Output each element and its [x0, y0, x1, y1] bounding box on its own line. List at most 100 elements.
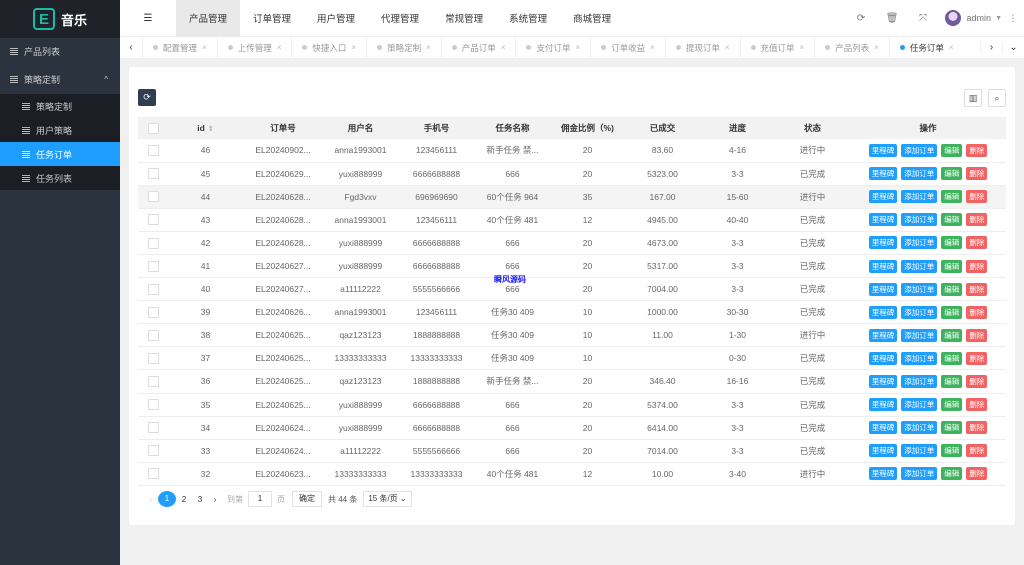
edit-button[interactable]: 编辑 [941, 190, 963, 204]
add-order-button[interactable]: 添加订单 [901, 398, 938, 412]
goto-page-input[interactable]: 1 [248, 491, 272, 507]
row-checkbox[interactable] [147, 214, 159, 226]
close-icon[interactable]: × [874, 43, 879, 52]
row-checkbox[interactable] [147, 191, 159, 203]
prev-page-icon[interactable]: ‹ [144, 495, 158, 504]
close-icon[interactable]: × [501, 43, 506, 52]
add-order-button[interactable]: 添加订单 [901, 167, 938, 181]
table-row[interactable]: 36 EL20240625... qaz123123 1888888888 新手任务 禁… [138, 369, 1006, 394]
milestone-button[interactable]: 里程碑 [868, 143, 898, 157]
trash-icon[interactable]: 🗑 [877, 13, 908, 24]
delete-button[interactable]: 删除 [966, 374, 988, 388]
search-button[interactable]: ⌕ [988, 89, 1006, 107]
topnav-item[interactable]: 订单管理 [240, 0, 304, 37]
milestone-button[interactable]: 里程碑 [868, 282, 898, 296]
tab-scroll-right-icon[interactable]: › [980, 42, 1002, 53]
table-row[interactable]: 43 EL20240628... anna1993001 123456111 40个任务… [138, 208, 1006, 232]
more-vertical-icon[interactable]: ⋮ [1002, 13, 1024, 24]
table-row[interactable]: 39 EL20240626... anna1993001 123456111 任务30 … [138, 300, 1006, 325]
tab-menu-chevron-icon[interactable]: ⌄ [1002, 42, 1024, 53]
fullscreen-icon[interactable]: ⤧ [908, 13, 939, 24]
table-row[interactable]: 34 EL20240624... yuxi888999 6666688888 666 20… [138, 416, 1006, 440]
row-checkbox[interactable] [147, 144, 159, 156]
delete-button[interactable]: 删除 [966, 143, 988, 157]
milestone-button[interactable]: 里程碑 [868, 351, 898, 365]
topnav-item[interactable]: 常规管理 [432, 0, 496, 37]
delete-button[interactable]: 删除 [966, 467, 988, 481]
sidebar-group-strategy[interactable]: 策略定制 ^ [0, 64, 120, 94]
milestone-button[interactable]: 里程碑 [868, 398, 898, 412]
close-icon[interactable]: × [202, 43, 207, 52]
row-checkbox[interactable] [147, 260, 159, 272]
sidebar-item-strategy-custom[interactable]: 策略定制 [0, 94, 120, 118]
add-order-button[interactable]: 添加订单 [901, 444, 938, 458]
edit-button[interactable]: 编辑 [941, 421, 963, 435]
edit-button[interactable]: 编辑 [941, 398, 963, 412]
edit-button[interactable]: 编辑 [941, 282, 963, 296]
milestone-button[interactable]: 里程碑 [868, 167, 898, 181]
close-icon[interactable]: × [426, 43, 431, 52]
row-checkbox[interactable] [147, 353, 159, 365]
milestone-button[interactable]: 里程碑 [868, 328, 898, 342]
edit-button[interactable]: 编辑 [941, 236, 963, 250]
columns-toggle-button[interactable]: ▥ [964, 89, 982, 107]
table-row[interactable]: 33 EL20240624... a11112222 5555566666 666 20 7… [138, 439, 1006, 463]
close-icon[interactable]: × [949, 43, 954, 52]
milestone-button[interactable]: 里程碑 [868, 444, 898, 458]
milestone-button[interactable]: 里程碑 [868, 421, 898, 435]
add-order-button[interactable]: 添加订单 [901, 213, 938, 227]
edit-button[interactable]: 编辑 [941, 444, 963, 458]
milestone-button[interactable]: 里程碑 [868, 374, 898, 388]
table-row[interactable]: 45 EL20240629... yuxi888999 6666688888 666 20… [138, 162, 1006, 186]
close-icon[interactable]: × [277, 43, 282, 52]
page-button[interactable]: 1 [158, 491, 176, 507]
row-checkbox[interactable] [147, 306, 159, 318]
add-order-button[interactable]: 添加订单 [901, 328, 938, 342]
tab-1[interactable]: 上传管理 × [216, 36, 292, 59]
milestone-button[interactable]: 里程碑 [868, 213, 898, 227]
topnav-item[interactable]: 产品管理 [176, 0, 241, 37]
close-icon[interactable]: × [800, 43, 805, 52]
row-checkbox[interactable] [147, 445, 159, 457]
edit-button[interactable]: 编辑 [941, 467, 963, 481]
row-checkbox[interactable] [147, 468, 159, 480]
refresh-button[interactable]: ⟳ [138, 89, 156, 106]
table-row[interactable]: 37 EL20240625... 13333333333 13333333333 任务3… [138, 346, 1006, 371]
row-checkbox[interactable] [147, 329, 159, 341]
row-checkbox[interactable] [147, 237, 159, 249]
tab-9[interactable]: 产品列表 × [814, 36, 889, 59]
refresh-icon[interactable]: ⟳ [846, 13, 877, 24]
tab-0[interactable]: 配置管理 × [142, 36, 217, 59]
table-row[interactable]: 41 EL20240627... yuxi888999 6666688888 666 20… [138, 254, 1006, 279]
table-row[interactable]: 46 EL20240902... anna1993001 123456111 新手任务 … [138, 139, 1006, 163]
edit-button[interactable]: 编辑 [941, 328, 963, 342]
table-row[interactable]: 40 EL20240627... a11112222 5555566666 666 20 7… [138, 277, 1006, 302]
tab-3[interactable]: 策略定制 × [366, 36, 441, 59]
goto-confirm-button[interactable]: 确定 [292, 491, 322, 507]
table-row[interactable]: 42 EL20240628... yuxi888999 6666688888 666 20… [138, 231, 1006, 255]
edit-button[interactable]: 编辑 [941, 213, 963, 227]
topnav-item[interactable]: 代理管理 [368, 0, 432, 37]
edit-button[interactable]: 编辑 [941, 351, 963, 365]
add-order-button[interactable]: 添加订单 [901, 143, 938, 157]
topnav-item[interactable]: 系统管理 [496, 0, 560, 37]
close-icon[interactable]: × [575, 43, 580, 52]
milestone-button[interactable]: 里程碑 [868, 236, 898, 250]
sidebar-item-task-orders[interactable]: 任务订单 [0, 142, 120, 166]
table-row[interactable]: 35 EL20240625... yuxi888999 6666688888 666 20… [138, 393, 1006, 417]
add-order-button[interactable]: 添加订单 [901, 351, 938, 365]
milestone-button[interactable]: 里程碑 [868, 259, 898, 273]
column-header-id[interactable]: id ⇕ [168, 117, 243, 139]
tab-8[interactable]: 充值订单 × [739, 36, 815, 59]
edit-button[interactable]: 编辑 [941, 259, 963, 273]
milestone-button[interactable]: 里程碑 [868, 190, 898, 204]
close-icon[interactable]: × [650, 43, 655, 52]
add-order-button[interactable]: 添加订单 [901, 374, 938, 388]
page-button[interactable]: 2 [176, 495, 192, 504]
delete-button[interactable]: 删除 [966, 259, 988, 273]
delete-button[interactable]: 删除 [966, 328, 988, 342]
tab-4[interactable]: 产品订单 × [440, 36, 516, 59]
menu-toggle-icon[interactable]: ☰ [120, 13, 176, 24]
table-row[interactable]: 32 EL20240623... 13333333333 13333333333 40个… [138, 462, 1006, 486]
add-order-button[interactable]: 添加订单 [901, 259, 938, 273]
